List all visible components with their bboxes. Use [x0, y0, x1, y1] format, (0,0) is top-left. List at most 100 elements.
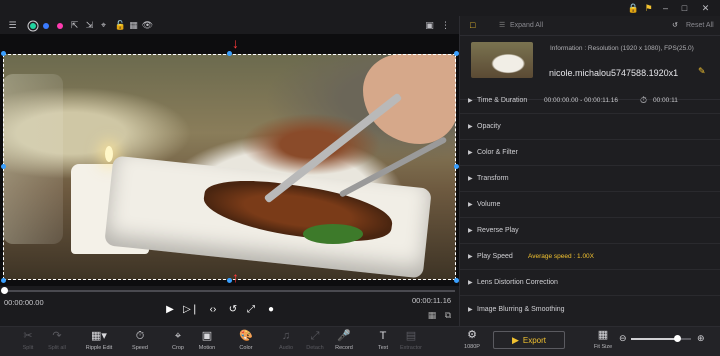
color-dot-green[interactable]: [27, 20, 38, 31]
export-icon: ▶: [511, 334, 519, 345]
extractor-label: Extractor: [399, 345, 422, 351]
crop-icon: ⌖: [174, 330, 182, 342]
minimize-icon[interactable]: –: [660, 3, 671, 14]
expand-all-icon[interactable]: ☰: [499, 21, 505, 29]
crop-label: Crop: [172, 345, 184, 351]
transform-icon[interactable]: ⇱: [69, 20, 80, 31]
motion-button[interactable]: ▣ Motion: [192, 330, 222, 356]
split-all-label: Split all: [48, 345, 66, 351]
video-content: [3, 74, 63, 244]
extractor-icon: ▤: [405, 330, 417, 342]
bell-icon[interactable]: ⚑: [643, 3, 654, 14]
fit-size-button[interactable]: ▦ Fit Size: [588, 329, 618, 355]
clip-thumbnail: [471, 42, 533, 78]
eye-icon[interactable]: 👁: [142, 20, 153, 31]
quality-button[interactable]: ⚙ 1080P: [457, 329, 487, 355]
detach-icon: ⤢: [310, 330, 320, 342]
text-label: Text: [377, 345, 389, 351]
crop-icon[interactable]: ⌖: [98, 20, 109, 31]
extractor-button[interactable]: ▤ Extractor: [396, 330, 426, 356]
row-title: Transform: [477, 175, 509, 182]
row-reverse-play[interactable]: ▶ Reverse Play: [460, 218, 720, 244]
lock-icon[interactable]: 🔒: [628, 3, 639, 14]
maximize-icon[interactable]: □: [679, 3, 690, 14]
clip-filename: nicole.michalou5747588.1920x1: [549, 68, 679, 78]
preview-toolbar: ☰ ⇱ ⇲ ⌖ 🔓 ▦ 👁 ▣ ⋮: [0, 16, 459, 34]
grid-icon[interactable]: ▦: [128, 20, 139, 31]
export-bar: ⚙ 1080P ▶ Export ▦ Fit Size ⊖ ⊕: [459, 326, 720, 356]
color-button[interactable]: 🎨 Color: [231, 330, 261, 356]
chevron-right-icon: ▶: [468, 150, 473, 156]
row-title: Image Blurring & Smoothing: [477, 305, 565, 313]
prev-next-icon[interactable]: ‹›: [206, 302, 220, 316]
color-dot-blue[interactable]: [40, 20, 51, 31]
fit-icon[interactable]: ☰: [7, 20, 18, 31]
ripple-edit-button[interactable]: ▦▾ Ripple Edit: [82, 330, 116, 356]
chevron-right-icon: ▶: [468, 280, 473, 286]
detach-button[interactable]: ⤢ Detach: [300, 330, 330, 356]
reset-icon[interactable]: ↺: [672, 21, 678, 29]
zoom-in-icon[interactable]: ⊕: [697, 333, 705, 344]
crop-handle-top-left[interactable]: [1, 51, 6, 56]
play-icon[interactable]: ▶: [163, 302, 177, 316]
ellipsis-icon[interactable]: ⋮: [440, 20, 451, 31]
row-time-duration[interactable]: ▶ Time & Duration 00:00:00.00 - 00:00:11…: [460, 88, 720, 114]
row-lens-distortion[interactable]: ▶ Lens Distortion Correction: [460, 270, 720, 296]
pip-icon[interactable]: ▦: [425, 308, 439, 322]
crop-handle-bottom-left[interactable]: [1, 278, 6, 283]
crop-handle-left[interactable]: [1, 164, 6, 169]
chevron-right-icon: ▶: [468, 98, 473, 104]
export-label: Export: [522, 335, 547, 345]
audio-icon: ♫: [281, 330, 291, 342]
total-time: 00:00:11.16: [412, 296, 452, 305]
audio-button[interactable]: ♫ Audio: [271, 330, 301, 356]
zoom-out-icon[interactable]: ⊖: [619, 333, 627, 344]
snapshot-icon[interactable]: ●: [264, 302, 278, 316]
current-time: 00:00:00.00: [4, 298, 44, 307]
edit-name-icon[interactable]: ✎: [698, 66, 706, 77]
expand-icon[interactable]: ⧉: [441, 308, 455, 322]
chevron-right-icon: ▶: [468, 228, 473, 234]
row-title: Reverse Play: [477, 227, 519, 234]
playhead[interactable]: [1, 287, 8, 294]
row-title: Opacity: [477, 123, 501, 130]
row-image-blurring[interactable]: ▶ Image Blurring & Smoothing: [460, 296, 720, 322]
row-color-filter[interactable]: ▶ Color & Filter: [460, 140, 720, 166]
speed-label: Speed: [132, 345, 148, 351]
row-title: Play Speed: [477, 253, 513, 260]
row-volume[interactable]: ▶ Volume: [460, 192, 720, 218]
next-frame-icon[interactable]: ▷❘: [183, 302, 199, 316]
color-dot-pink[interactable]: [54, 20, 65, 31]
clip-info-text: Information : Resolution (1920 x 1080), …: [550, 45, 694, 52]
row-title: Time & Duration: [477, 97, 528, 104]
close-icon[interactable]: ✕: [700, 3, 711, 14]
zoom-slider-handle[interactable]: [674, 335, 682, 342]
record-button[interactable]: 🎤 Record: [329, 330, 359, 356]
row-title: Lens Distortion Correction: [477, 279, 558, 286]
zoom-slider[interactable]: [631, 335, 691, 342]
expand-all-button[interactable]: Expand All: [510, 22, 543, 29]
video-frame[interactable]: [3, 54, 456, 280]
crop-button[interactable]: ⌖ Crop: [163, 330, 193, 356]
fullscreen-icon[interactable]: ⤢: [244, 302, 258, 316]
split-button[interactable]: ✂ Split: [13, 330, 43, 356]
split-all-button[interactable]: ↷ Split all: [42, 330, 72, 356]
panel-toggle-icon[interactable]: □: [470, 20, 475, 30]
properties-panel: □ ☰ Expand All ↺ Reset All Information :…: [459, 16, 720, 326]
row-opacity[interactable]: ▶ Opacity: [460, 114, 720, 140]
reset-all-button[interactable]: Reset All: [686, 22, 714, 29]
row-title: Color & Filter: [477, 149, 518, 156]
speed-button[interactable]: ⏱ Speed: [125, 330, 155, 356]
properties-header: □ ☰ Expand All ↺ Reset All: [460, 16, 720, 36]
row-transform[interactable]: ▶ Transform: [460, 166, 720, 192]
crop-handle-top[interactable]: [227, 51, 232, 56]
loop-icon[interactable]: ↺: [226, 302, 240, 316]
text-button[interactable]: T Text: [368, 330, 398, 356]
camera-icon[interactable]: ▣: [424, 20, 435, 31]
transform-icon-2[interactable]: ⇲: [84, 20, 95, 31]
export-button[interactable]: ▶ Export: [493, 331, 565, 349]
lock-icon[interactable]: 🔓: [115, 20, 126, 31]
scissors-icon: ✂: [23, 330, 33, 342]
row-play-speed[interactable]: ▶ Play Speed Average speed : 1.00X: [460, 244, 720, 270]
scrub-track[interactable]: [1, 287, 455, 294]
